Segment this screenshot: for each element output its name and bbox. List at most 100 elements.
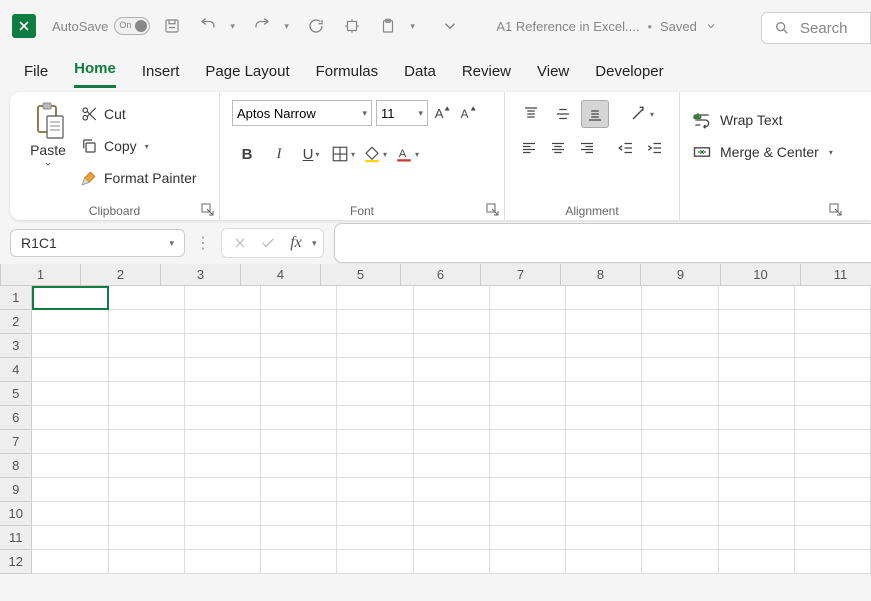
cell[interactable]	[490, 502, 566, 526]
cell[interactable]	[414, 334, 490, 358]
cell[interactable]	[109, 310, 185, 334]
cell[interactable]	[109, 286, 185, 310]
decrease-indent-button[interactable]	[613, 134, 638, 162]
cell[interactable]	[719, 406, 795, 430]
cell[interactable]	[795, 406, 871, 430]
orientation-button[interactable]: ▾	[627, 100, 655, 128]
cell[interactable]	[795, 526, 871, 550]
cell[interactable]	[414, 382, 490, 406]
cell[interactable]	[566, 334, 642, 358]
enter-formula-icon[interactable]	[256, 231, 280, 255]
cell[interactable]	[642, 454, 718, 478]
chevron-down-icon[interactable]: ▾	[829, 148, 833, 157]
row-header[interactable]: 1	[0, 286, 32, 310]
cell[interactable]	[566, 310, 642, 334]
cell[interactable]	[490, 478, 566, 502]
tab-formulas[interactable]: Formulas	[316, 63, 379, 88]
column-header[interactable]: 2	[81, 264, 161, 286]
cell[interactable]	[719, 454, 795, 478]
cell[interactable]	[185, 478, 261, 502]
cell[interactable]	[719, 526, 795, 550]
cell[interactable]	[109, 454, 185, 478]
cell[interactable]	[566, 478, 642, 502]
cell[interactable]	[490, 286, 566, 310]
cell[interactable]	[642, 406, 718, 430]
cell[interactable]	[490, 310, 566, 334]
row-header[interactable]: 8	[0, 454, 32, 478]
cell[interactable]	[566, 550, 642, 574]
cell[interactable]	[109, 502, 185, 526]
cell[interactable]	[185, 502, 261, 526]
cell[interactable]	[490, 334, 566, 358]
row-header[interactable]: 7	[0, 430, 32, 454]
cell[interactable]	[261, 334, 337, 358]
refresh-icon[interactable]	[302, 12, 330, 40]
name-box[interactable]: R1C1 ▾	[10, 229, 185, 257]
column-header[interactable]: 7	[481, 264, 561, 286]
cell[interactable]	[185, 382, 261, 406]
tab-view[interactable]: View	[537, 63, 569, 88]
cell[interactable]	[261, 478, 337, 502]
cell[interactable]	[261, 358, 337, 382]
cell[interactable]	[185, 550, 261, 574]
cell[interactable]	[795, 478, 871, 502]
cell[interactable]	[642, 430, 718, 454]
autosave-toggle[interactable]: AutoSave On	[52, 17, 150, 35]
cell[interactable]	[414, 478, 490, 502]
cell[interactable]	[642, 550, 718, 574]
underline-button[interactable]: U▾	[296, 140, 326, 168]
row-header[interactable]: 11	[0, 526, 32, 550]
align-left-button[interactable]	[517, 134, 542, 162]
cell[interactable]	[109, 382, 185, 406]
cell[interactable]	[337, 502, 413, 526]
cell[interactable]	[261, 286, 337, 310]
cell[interactable]	[795, 358, 871, 382]
cell[interactable]	[109, 478, 185, 502]
cell[interactable]	[185, 286, 261, 310]
cell[interactable]	[719, 358, 795, 382]
cell[interactable]	[566, 382, 642, 406]
cell[interactable]	[642, 310, 718, 334]
cell[interactable]	[566, 526, 642, 550]
tab-home[interactable]: Home	[74, 60, 116, 88]
cell[interactable]	[109, 430, 185, 454]
cell[interactable]	[261, 430, 337, 454]
cell[interactable]	[414, 358, 490, 382]
column-header[interactable]: 4	[241, 264, 321, 286]
print-area-icon[interactable]	[338, 12, 366, 40]
align-top-button[interactable]	[517, 100, 545, 128]
column-header[interactable]: 11	[801, 264, 871, 286]
cell[interactable]	[185, 358, 261, 382]
chevron-down-icon[interactable]: ▾	[312, 238, 317, 249]
cell[interactable]	[337, 382, 413, 406]
align-middle-button[interactable]	[549, 100, 577, 128]
cell[interactable]	[414, 454, 490, 478]
increase-indent-button[interactable]	[642, 134, 667, 162]
cell[interactable]	[642, 478, 718, 502]
font-color-button[interactable]: A▾	[392, 140, 422, 168]
cell[interactable]	[32, 382, 108, 406]
cell[interactable]	[642, 334, 718, 358]
column-header[interactable]: 6	[401, 264, 481, 286]
cell[interactable]	[337, 358, 413, 382]
cell[interactable]	[261, 310, 337, 334]
cell[interactable]	[795, 430, 871, 454]
cell[interactable]	[642, 286, 718, 310]
cell[interactable]	[642, 526, 718, 550]
copy-button[interactable]: Copy ▾	[80, 134, 197, 158]
row-header[interactable]: 4	[0, 358, 32, 382]
column-header[interactable]: 1	[1, 264, 81, 286]
cell[interactable]	[337, 550, 413, 574]
cell[interactable]	[642, 358, 718, 382]
cell[interactable]	[490, 430, 566, 454]
cell[interactable]	[566, 406, 642, 430]
formula-input[interactable]	[334, 223, 871, 263]
row-header[interactable]: 10	[0, 502, 32, 526]
cell[interactable]	[490, 526, 566, 550]
cell[interactable]	[261, 550, 337, 574]
tab-page-layout[interactable]: Page Layout	[205, 63, 289, 88]
cell[interactable]	[261, 406, 337, 430]
tab-review[interactable]: Review	[462, 63, 511, 88]
cell[interactable]	[566, 430, 642, 454]
cell[interactable]	[109, 526, 185, 550]
